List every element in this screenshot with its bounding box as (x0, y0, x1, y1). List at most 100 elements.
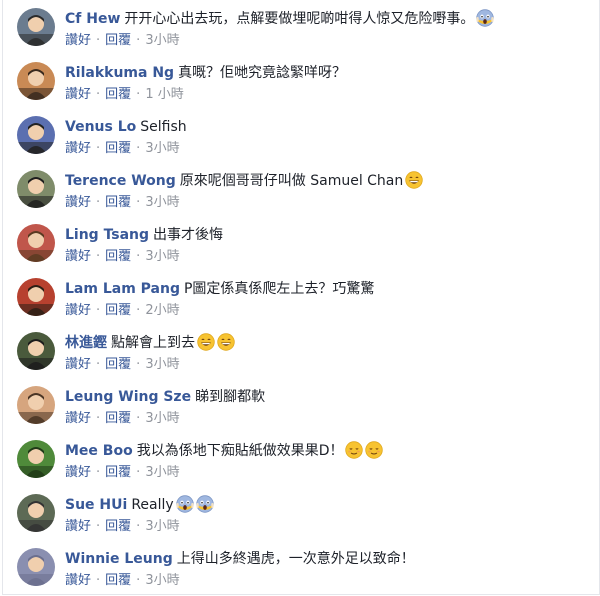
comment-body: Leung Wing Sze 睇到腳都軟 (65, 387, 589, 407)
reply-button[interactable]: 回覆 (105, 303, 131, 318)
comment-author-link[interactable]: Rilakkuma Ng (65, 65, 174, 81)
comment-item: Sue HUi Really 讚好 · 回覆 · 3小時 (3, 486, 599, 540)
comment-author-link[interactable]: 林進鏗 (65, 335, 107, 351)
comment-timestamp[interactable]: 3小時 (145, 573, 179, 588)
comment-author-link[interactable]: Winnie Leung (65, 551, 173, 567)
comment-item: Winnie Leung 上得山多終遇虎，一次意外足以致命！ 讚好 · 回覆 · 3小時 (3, 540, 599, 594)
comment-body: Lam Lam Pang P圖定係真係爬左上去？巧驚驚 (65, 279, 589, 299)
separator-dot: · (96, 519, 101, 534)
avatar[interactable] (17, 332, 55, 370)
reply-button[interactable]: 回覆 (105, 141, 131, 156)
avatar[interactable] (17, 494, 55, 532)
comment-author-link[interactable]: Mee Boo (65, 443, 133, 459)
comment-timestamp[interactable]: 3小時 (145, 519, 179, 534)
like-button[interactable]: 讚好 (65, 141, 91, 156)
comment-author-link[interactable]: Cf Hew (65, 11, 120, 27)
comment-timestamp[interactable]: 3小時 (145, 195, 179, 210)
reply-button[interactable]: 回覆 (105, 465, 131, 480)
comment-body: Rilakkuma Ng 真嘅？佢哋究竟諗緊咩呀？ (65, 63, 589, 83)
reply-button[interactable]: 回覆 (105, 357, 131, 372)
comment-actions: 讚好 · 回覆 · 2小時 (65, 303, 180, 319)
like-button[interactable]: 讚好 (65, 573, 91, 588)
comment-item: Venus Lo Selfish 讚好 · 回覆 · 3小時 (3, 108, 599, 162)
like-button[interactable]: 讚好 (65, 303, 91, 318)
reply-button[interactable]: 回覆 (105, 411, 131, 426)
comment-panel: Cf Hew 开开心心出去玩，点解要做埋呢啲咁得人惊又危险嘢事。 讚好 · 回覆 · 3小時… (2, 0, 600, 595)
comment-timestamp[interactable]: 2小時 (145, 303, 179, 318)
comment-text: 原來呢個哥哥仔叫做 Samuel Chan (179, 173, 404, 189)
reply-button[interactable]: 回覆 (105, 249, 131, 264)
comment-timestamp[interactable]: 3小時 (145, 141, 179, 156)
avatar[interactable] (17, 170, 55, 208)
reply-button[interactable]: 回覆 (105, 195, 131, 210)
comment-item: 林進鏗 點解會上到去 讚好 · 回覆 · 3小時 (3, 324, 599, 378)
comment-body: Venus Lo Selfish (65, 117, 589, 137)
avatar[interactable] (17, 116, 55, 154)
reply-button[interactable]: 回覆 (105, 519, 131, 534)
separator-dot: · (96, 411, 101, 426)
separator-dot: · (96, 357, 101, 372)
comment-item: Terence Wong 原來呢個哥哥仔叫做 Samuel Chan 讚好 · 回覆 · 3… (3, 162, 599, 216)
comment-item: Rilakkuma Ng 真嘅？佢哋究竟諗緊咩呀？ 讚好 · 回覆 · 1 小時 (3, 54, 599, 108)
comment-text: Really (131, 497, 174, 513)
like-button[interactable]: 讚好 (65, 87, 91, 102)
comment-timestamp[interactable]: 3小時 (145, 33, 179, 48)
avatar[interactable] (17, 62, 55, 100)
avatar[interactable] (17, 440, 55, 478)
reply-button[interactable]: 回覆 (105, 33, 131, 48)
comment-text: Selfish (140, 119, 187, 135)
comment-author-link[interactable]: Sue HUi (65, 497, 127, 513)
comment-list: Cf Hew 开开心心出去玩，点解要做埋呢啲咁得人惊又危险嘢事。 讚好 · 回覆 · 3小時… (3, 0, 599, 594)
separator-dot: · (136, 33, 141, 48)
like-button[interactable]: 讚好 (65, 195, 91, 210)
comment-timestamp[interactable]: 3小時 (145, 465, 179, 480)
comment-item: Cf Hew 开开心心出去玩，点解要做埋呢啲咁得人惊又危险嘢事。 讚好 · 回覆 · 3小時 (3, 0, 599, 54)
avatar[interactable] (17, 278, 55, 316)
comment-text: 點解會上到去 (111, 335, 195, 351)
comment-author-link[interactable]: Venus Lo (65, 119, 136, 135)
comment-text: P圖定係真係爬左上去？巧驚驚 (183, 281, 375, 297)
avatar[interactable] (17, 548, 55, 586)
like-button[interactable]: 讚好 (65, 411, 91, 426)
comment-timestamp[interactable]: 1 小時 (145, 87, 183, 102)
scream-emoji-icon (195, 495, 214, 513)
comment-timestamp[interactable]: 3小時 (145, 249, 179, 264)
comment-author-link[interactable]: Lam Lam Pang (65, 281, 180, 297)
like-button[interactable]: 讚好 (65, 357, 91, 372)
comment-actions: 讚好 · 回覆 · 3小時 (65, 465, 180, 481)
avatar[interactable] (17, 386, 55, 424)
comment-author-link[interactable]: Leung Wing Sze (65, 389, 191, 405)
like-button[interactable]: 讚好 (65, 33, 91, 48)
comment-item: Leung Wing Sze 睇到腳都軟 讚好 · 回覆 · 3小時 (3, 378, 599, 432)
comment-author-link[interactable]: Ling Tsang (65, 227, 149, 243)
comment-actions: 讚好 · 回覆 · 3小時 (65, 519, 180, 535)
comment-body: 林進鏗 點解會上到去 (65, 333, 589, 353)
separator-dot: · (96, 195, 101, 210)
like-button[interactable]: 讚好 (65, 249, 91, 264)
comment-body: Mee Boo 我以為係地下痴貼紙做效果果D！ (65, 441, 589, 461)
comment-author-link[interactable]: Terence Wong (65, 173, 176, 189)
like-button[interactable]: 讚好 (65, 465, 91, 480)
comment-text: 我以為係地下痴貼紙做效果果D！ (136, 443, 344, 459)
grin-emoji-icon (405, 171, 423, 189)
comment-actions: 讚好 · 回覆 · 3小時 (65, 33, 180, 49)
scream-emoji-icon (175, 495, 194, 513)
comment-actions: 讚好 · 回覆 · 3小時 (65, 141, 180, 157)
comment-timestamp[interactable]: 3小時 (145, 357, 179, 372)
separator-dot: · (136, 249, 141, 264)
reply-button[interactable]: 回覆 (105, 573, 131, 588)
relieved-emoji-icon (345, 441, 364, 459)
scream-emoji-icon (476, 9, 495, 27)
comment-text: 出事才後悔 (153, 227, 224, 243)
like-button[interactable]: 讚好 (65, 519, 91, 534)
comment-timestamp[interactable]: 3小時 (145, 411, 179, 426)
separator-dot: · (136, 519, 141, 534)
avatar[interactable] (17, 224, 55, 262)
comment-text: 真嘅？佢哋究竟諗緊咩呀？ (178, 65, 347, 81)
separator-dot: · (136, 195, 141, 210)
separator-dot: · (96, 141, 101, 156)
comment-text: 睇到腳都軟 (195, 389, 266, 405)
avatar[interactable] (17, 8, 55, 46)
reply-button[interactable]: 回覆 (105, 87, 131, 102)
comment-actions: 讚好 · 回覆 · 3小時 (65, 573, 180, 589)
